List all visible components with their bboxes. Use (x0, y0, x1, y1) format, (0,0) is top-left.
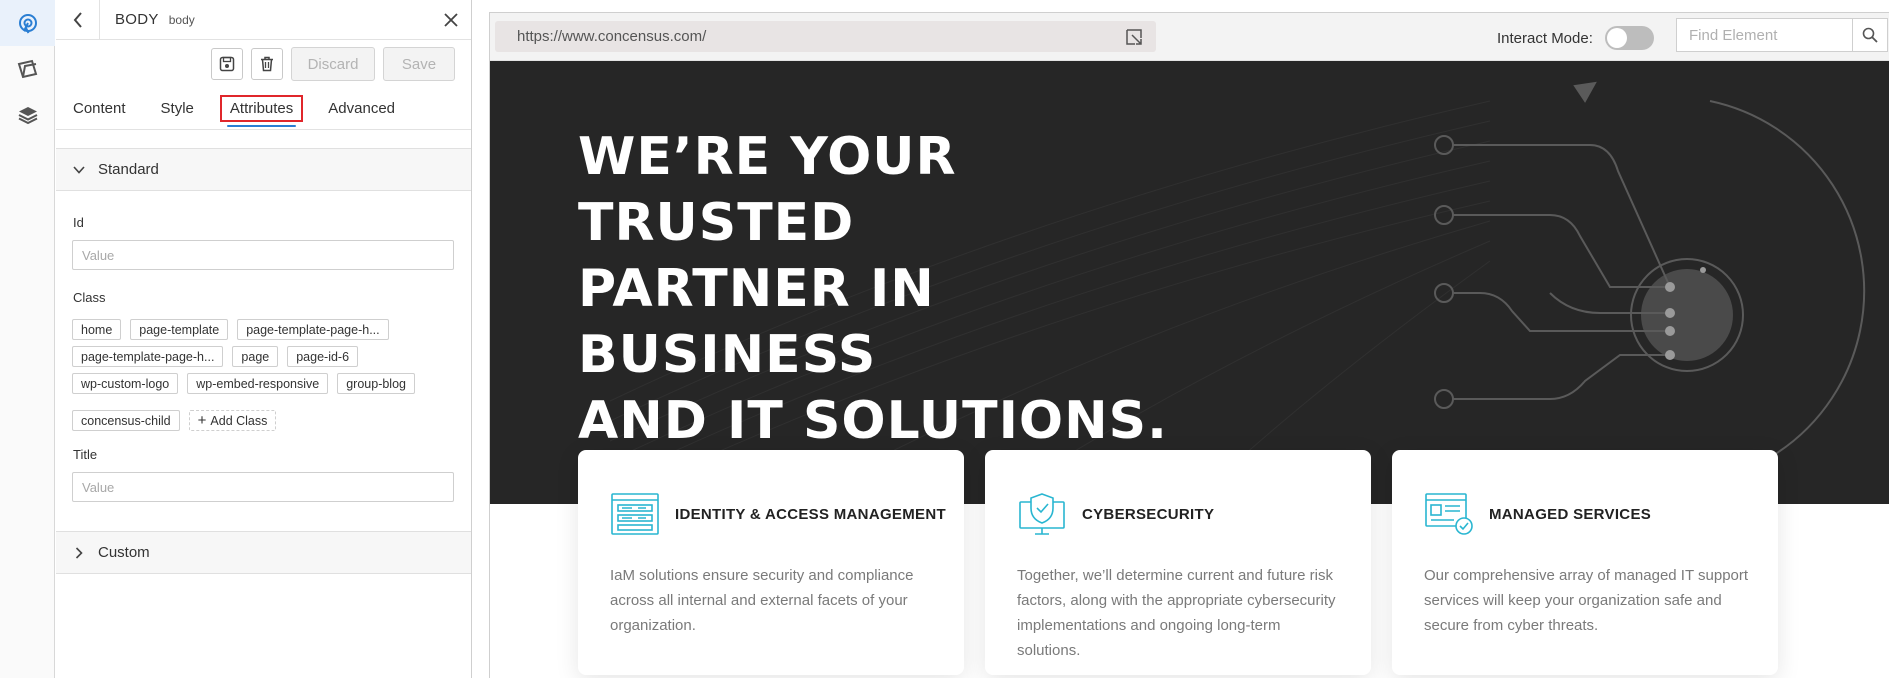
pages-icon (17, 59, 37, 79)
standard-section-toggle[interactable]: Standard (56, 148, 471, 191)
element-tag-name: BODY (115, 11, 159, 28)
panel-header: BODY body (56, 0, 471, 40)
add-class-button[interactable]: + Add Class (188, 410, 277, 431)
save-button[interactable]: Save (383, 47, 455, 81)
class-chip[interactable]: page-id-6 (287, 346, 359, 367)
tab-advanced[interactable]: Advanced (328, 100, 395, 117)
browser-bar: https://www.concensus.com/ Interact Mode… (490, 13, 1889, 61)
url-text: https://www.concensus.com/ (517, 28, 707, 45)
open-external-icon[interactable] (1124, 27, 1144, 47)
service-card-identity[interactable]: IDENTITY & ACCESS MANAGEMENT IaM solutio… (578, 450, 964, 675)
tab-attributes[interactable]: Attributes (219, 95, 304, 127)
card-header: MANAGED SERVICES (1424, 492, 1778, 536)
add-class-label: Add Class (210, 413, 268, 428)
tab-style[interactable]: Style (161, 100, 194, 117)
managed-services-icon (1425, 493, 1473, 535)
hero-line: AND IT SOLUTIONS. (578, 391, 1168, 451)
card-title: CYBERSECURITY (1082, 505, 1215, 523)
card-title: IDENTITY & ACCESS MANAGEMENT (675, 505, 946, 523)
properties-panel: BODY body Discard Save Content Style Att… (56, 0, 472, 678)
custom-section-toggle[interactable]: Custom (56, 531, 471, 574)
selector-icon (18, 14, 37, 34)
discard-button[interactable]: Discard (291, 47, 375, 81)
save-template-button[interactable] (211, 48, 243, 80)
card-text: IaM solutions ensure security and compli… (610, 567, 914, 634)
find-element-input[interactable] (1676, 18, 1852, 52)
panel-toolbar: Discard Save (56, 40, 471, 88)
back-button[interactable] (56, 0, 100, 40)
class-chip-list: home page-template page-template-page-h.… (72, 319, 462, 431)
circuit-illustration (1434, 81, 1866, 487)
service-card-cybersecurity[interactable]: CYBERSECURITY Together, we’ll determine … (985, 450, 1371, 675)
chevron-right-icon (72, 546, 86, 560)
interact-colon: : (1588, 29, 1593, 47)
hero-line: PARTNER IN BUSINESS (578, 259, 935, 385)
close-icon (444, 13, 458, 27)
standard-section-label: Standard (98, 161, 159, 178)
browser-frame: https://www.concensus.com/ Interact Mode… (489, 12, 1889, 678)
hero-section: WE’RE YOUR TRUSTED PARTNER IN BUSINESS A… (490, 61, 1889, 504)
interact-mode-label: Interact Mode (1497, 29, 1589, 47)
title-label: Title (73, 447, 98, 462)
card-text: Together, we’ll determine current and fu… (1017, 567, 1336, 659)
class-chip[interactable]: group-blog (337, 373, 415, 394)
service-card-managed-services[interactable]: MANAGED SERVICES Our comprehensive array… (1392, 450, 1778, 675)
identity-access-icon (611, 493, 659, 535)
id-field[interactable] (72, 240, 454, 270)
element-tag-sub: body (168, 12, 195, 27)
title-field[interactable] (72, 472, 454, 502)
layers-tool-button[interactable] (0, 92, 55, 138)
interact-mode: Interact Mode: (1497, 26, 1654, 50)
card-title: MANAGED SERVICES (1489, 505, 1652, 523)
chevron-left-icon (73, 11, 82, 28)
hero-title: WE’RE YOUR TRUSTED PARTNER IN BUSINESS A… (578, 124, 1218, 454)
left-icon-rail (0, 0, 55, 678)
class-chip[interactable]: page (232, 346, 279, 367)
class-chip[interactable]: page-template-page-h... (237, 319, 389, 340)
chip-row-spacer (72, 400, 462, 404)
layers-icon (18, 107, 37, 125)
class-chip[interactable]: concensus-child (72, 410, 180, 431)
tab-content[interactable]: Content (73, 100, 126, 117)
url-bar[interactable]: https://www.concensus.com/ (495, 21, 1156, 52)
trash-icon (261, 56, 273, 72)
class-chip[interactable]: home (72, 319, 122, 340)
chevron-down-icon (72, 163, 86, 177)
custom-section-label: Custom (98, 544, 150, 561)
class-chip[interactable]: page-template-page-h... (72, 346, 224, 367)
card-header: CYBERSECURITY (1017, 492, 1371, 536)
selector-tool-button[interactable] (0, 0, 55, 46)
delete-element-button[interactable] (251, 48, 283, 80)
class-chip[interactable]: wp-custom-logo (72, 373, 179, 394)
browser-preview: https://www.concensus.com/ Interact Mode… (473, 0, 1889, 678)
find-element-button[interactable] (1852, 18, 1888, 52)
panel-tabs: Content Style Attributes Advanced (56, 88, 471, 130)
id-label: Id (73, 215, 84, 230)
class-chip[interactable]: page-template (130, 319, 229, 340)
plus-icon: + (197, 412, 207, 429)
floppy-save-icon (219, 56, 235, 72)
cybersecurity-shield-icon (1019, 493, 1065, 535)
card-text: Our comprehensive array of managed IT su… (1424, 567, 1749, 634)
close-panel-button[interactable] (439, 8, 463, 32)
class-label: Class (73, 290, 106, 305)
interact-mode-toggle[interactable] (1604, 26, 1654, 50)
hero-line: WE’RE YOUR TRUSTED (578, 127, 957, 253)
pages-tool-button[interactable] (0, 46, 55, 92)
search-icon (1862, 27, 1878, 43)
card-header: IDENTITY & ACCESS MANAGEMENT (610, 492, 964, 536)
class-chip[interactable]: wp-embed-responsive (187, 373, 329, 394)
